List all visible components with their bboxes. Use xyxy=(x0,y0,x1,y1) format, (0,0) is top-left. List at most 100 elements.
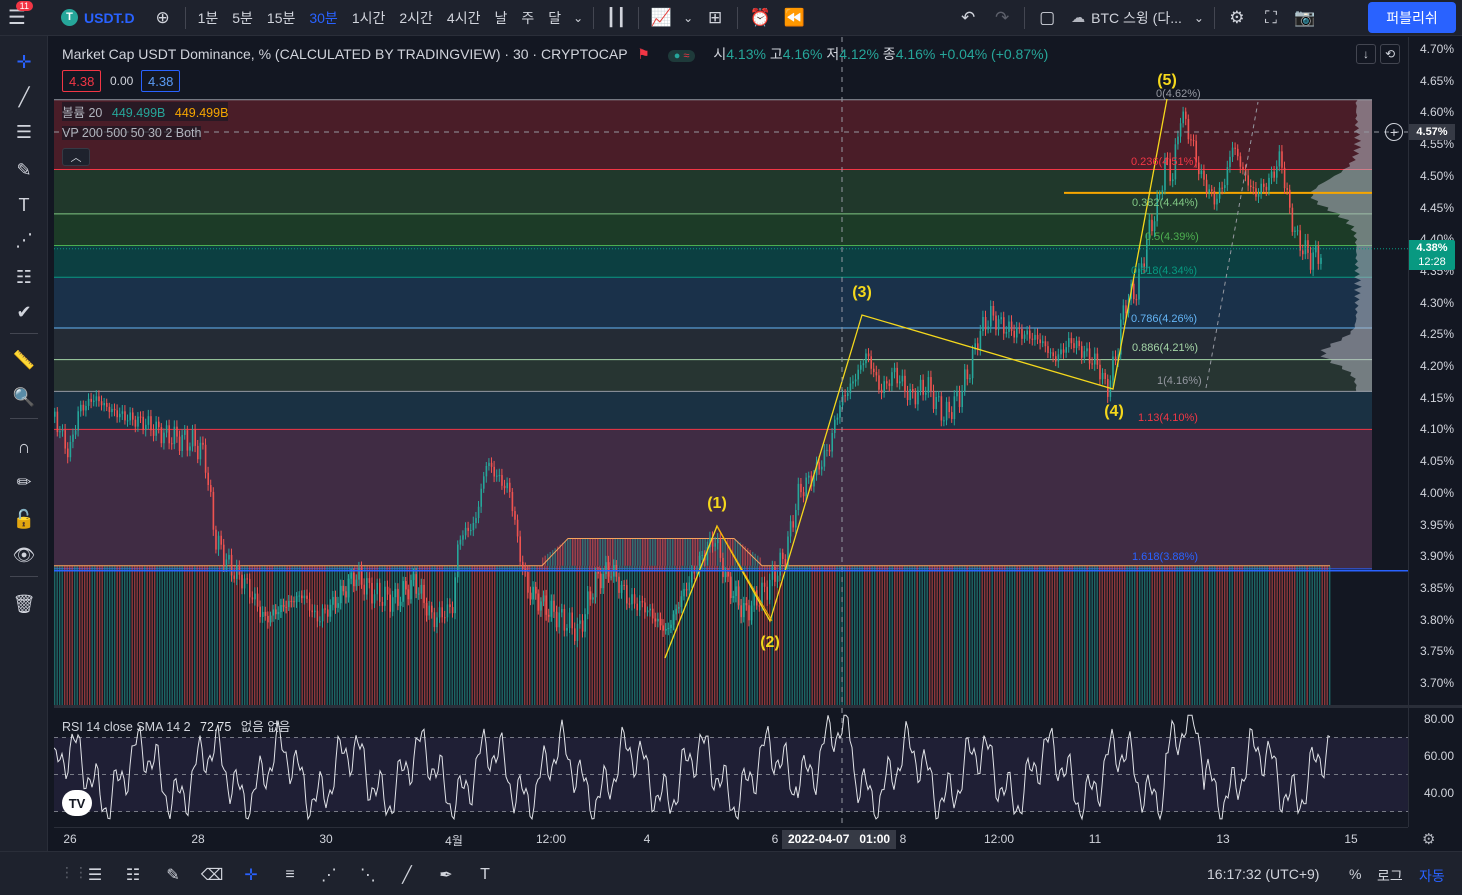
ask-button[interactable]: 4.38 xyxy=(141,70,181,92)
scroll-to-realtime-icon[interactable]: ↓ xyxy=(1356,44,1376,64)
gear-icon[interactable]: ⚙ xyxy=(1220,0,1254,36)
volume-bar xyxy=(319,565,321,705)
trash-icon[interactable]: 🗑 xyxy=(0,588,48,620)
templates-icon[interactable]: ⊞ xyxy=(698,0,732,36)
candle-body xyxy=(355,579,358,587)
interval-8[interactable]: 주 xyxy=(514,0,541,36)
candle-body xyxy=(282,604,285,607)
bid-button[interactable]: 4.38 xyxy=(62,70,102,92)
text-icon[interactable]: T xyxy=(0,189,48,221)
percent-toggle[interactable]: % xyxy=(1349,866,1361,882)
check-icon[interactable]: ✔ xyxy=(0,296,48,328)
interval-3[interactable]: 30분 xyxy=(302,0,344,36)
main-chart-pane[interactable] xyxy=(54,37,1408,705)
candle-body xyxy=(116,410,118,418)
stay-drawing-icon[interactable]: ✏ xyxy=(0,466,48,498)
candle-body xyxy=(789,521,792,537)
pattern-icon[interactable]: ⋰ xyxy=(0,224,48,256)
redo-icon[interactable]: ↷ xyxy=(985,0,1019,36)
volume-legend[interactable]: 볼륨 20 449.499B 449.499B xyxy=(62,102,229,121)
interval-1[interactable]: 5분 xyxy=(225,0,260,36)
volume-bar xyxy=(1194,565,1196,705)
lock-icon[interactable]: 🔓 xyxy=(0,503,48,535)
log-toggle[interactable]: 로그 xyxy=(1377,866,1403,886)
volume-bar xyxy=(116,565,118,705)
brush-icon[interactable]: ✎ xyxy=(156,862,190,888)
fib-retracement-icon[interactable]: ≡ xyxy=(273,862,307,888)
undo-icon[interactable]: ↶ xyxy=(951,0,985,36)
candle-body xyxy=(1218,187,1221,199)
candle-body xyxy=(454,577,456,614)
collapse-legend-button[interactable]: ︿ xyxy=(62,148,90,166)
volume-profile-legend[interactable]: VP 200 500 50 30 2 Both xyxy=(62,126,202,140)
volume-bar xyxy=(664,565,666,705)
zoom-icon[interactable]: 🔍 xyxy=(0,381,48,413)
volume-bar xyxy=(111,565,113,705)
rsi-separator[interactable] xyxy=(54,705,1462,708)
symbol-search[interactable]: T USDT.D xyxy=(54,0,142,36)
interval-9[interactable]: 달 xyxy=(541,0,568,36)
candle-body xyxy=(350,572,352,579)
crosshair-icon[interactable]: ✛ xyxy=(0,46,48,78)
candle-body xyxy=(358,567,360,580)
replay-icon[interactable]: ⏪ xyxy=(777,0,811,36)
axis-settings-icon[interactable]: ⚙ xyxy=(1422,830,1435,848)
pen-icon[interactable]: ✒ xyxy=(429,862,463,888)
price-axis[interactable]: 4.70%4.65%4.60%4.55%4.50%4.45%4.40%4.35%… xyxy=(1408,37,1462,827)
layout-icon[interactable]: ▢ xyxy=(1030,0,1064,36)
candle-body xyxy=(303,595,306,599)
camera-icon[interactable]: 📷 xyxy=(1288,0,1322,36)
layout-name[interactable]: ☁ BTC 스윙 (다... xyxy=(1064,0,1189,36)
interval-5[interactable]: 2시간 xyxy=(392,0,440,36)
candle-body xyxy=(966,369,969,380)
fib-channel-icon[interactable]: ☷ xyxy=(116,862,150,888)
interval-4[interactable]: 1시간 xyxy=(345,0,393,36)
volume-bar xyxy=(956,565,958,705)
interval-7[interactable]: 날 xyxy=(487,0,514,36)
fib-level-label: 1.13(4.10%) xyxy=(1138,412,1198,424)
prediction-icon[interactable]: ☷ xyxy=(0,261,48,293)
eye-icon[interactable]: 👁 xyxy=(0,539,48,571)
volume-bar xyxy=(236,565,238,705)
crosshair-icon[interactable]: ✛ xyxy=(234,862,268,888)
candle-body xyxy=(847,393,849,397)
volume-bar xyxy=(239,565,241,705)
time-axis[interactable]: 26 28 30 4월 12:00 4 6 8 12:00 11 13 15 2022-04-07 01… xyxy=(54,827,1408,851)
tradingview-logo[interactable]: TV xyxy=(62,790,92,816)
eraser-icon[interactable]: ⌫ xyxy=(195,862,229,888)
price-chart[interactable] xyxy=(54,37,1408,705)
clock-display[interactable]: 16:17:32 (UTC+9) xyxy=(1207,866,1319,882)
interval-6[interactable]: 4시간 xyxy=(440,0,488,36)
chevron-down-icon[interactable]: ⌄ xyxy=(568,0,588,36)
alert-icon[interactable]: ⏰ xyxy=(743,0,777,36)
interval-0[interactable]: 1분 xyxy=(191,0,226,36)
fib-ruler-icon[interactable]: ☰ xyxy=(78,862,112,888)
chevron-down-icon[interactable]: ⌄ xyxy=(678,0,698,36)
indicators-icon[interactable]: 📈 xyxy=(644,0,678,36)
candle-body xyxy=(56,411,59,433)
interval-2[interactable]: 15분 xyxy=(260,0,302,36)
candle-body xyxy=(1278,151,1281,167)
candles-icon[interactable]: ┃┃ xyxy=(599,0,633,36)
add-alert-plus-icon[interactable]: + xyxy=(1385,123,1403,141)
volume-bar xyxy=(746,565,748,705)
menu-icon[interactable]: ☰ 11 xyxy=(0,0,34,36)
volume-bar xyxy=(176,565,178,705)
trendline-icon[interactable]: ╱ xyxy=(390,862,424,888)
trendline-icon[interactable]: ╱ xyxy=(0,81,48,113)
reset-chart-icon[interactable]: ⟲ xyxy=(1380,44,1400,64)
volume-bar xyxy=(614,538,616,566)
volume-bar xyxy=(1201,565,1203,705)
magnet-icon[interactable]: ∩ xyxy=(0,431,48,463)
auto-toggle[interactable]: 자동 xyxy=(1419,866,1445,886)
publish-button[interactable]: 퍼블리쉬 xyxy=(1368,2,1456,33)
elliott-wave-icon[interactable]: ⋰ xyxy=(312,862,346,888)
text-icon[interactable]: T xyxy=(468,862,502,888)
chevron-down-icon[interactable]: ⌄ xyxy=(1189,0,1209,36)
fib-retracement-icon[interactable]: ☰ xyxy=(0,116,48,148)
fullscreen-icon[interactable]: ⛶ xyxy=(1254,0,1288,36)
abcd-pattern-icon[interactable]: ⋱ xyxy=(351,862,385,888)
brush-icon[interactable]: ✎ xyxy=(0,154,48,186)
ruler-icon[interactable]: 📏 xyxy=(0,344,48,376)
compare-add-icon[interactable]: ⊕ xyxy=(146,0,180,36)
